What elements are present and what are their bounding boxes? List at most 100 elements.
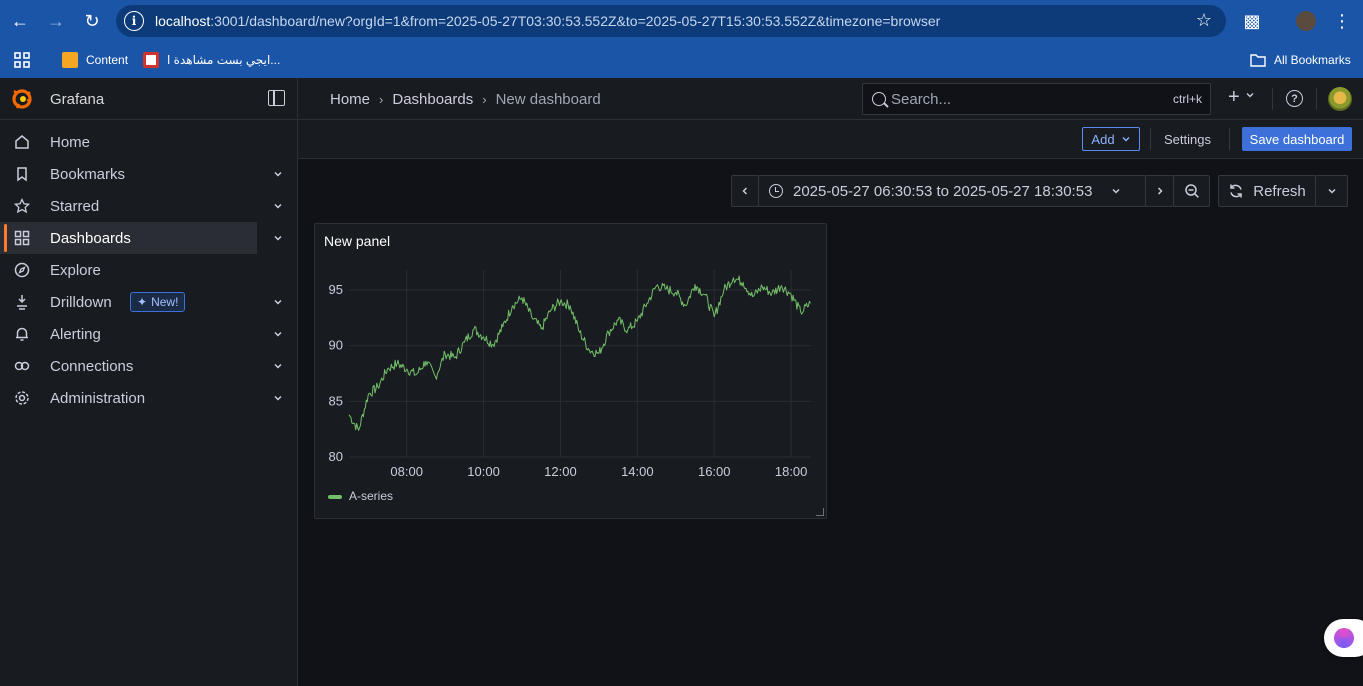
bookmark-icon (13, 165, 31, 183)
search-input[interactable]: Search... ctrl+k (862, 83, 1211, 115)
breadcrumb-home[interactable]: Home (330, 91, 370, 108)
add-button[interactable]: Add (1082, 127, 1140, 151)
browser-menu-icon[interactable]: ⋮ (1330, 9, 1354, 33)
time-shift-forward-button[interactable] (1145, 175, 1174, 207)
time-range-text: 2025-05-27 06:30:53 to 2025-05-27 18:30:… (793, 182, 1093, 200)
zoom-out-icon (1184, 184, 1199, 198)
nav-label-administration: Administration (50, 389, 146, 407)
user-avatar[interactable] (1328, 87, 1352, 111)
reload-icon[interactable]: ↻ (80, 9, 104, 33)
chevron-down-icon[interactable] (272, 168, 284, 180)
clock-icon (769, 184, 783, 198)
apps-icon (13, 229, 31, 247)
new-badge: ✦ New! (130, 292, 186, 312)
zoom-out-button[interactable] (1173, 175, 1210, 207)
nav-label-connections: Connections (50, 357, 134, 375)
breadcrumb-current: New dashboard (495, 91, 601, 108)
chevron-down-icon[interactable] (272, 232, 284, 244)
forward-icon[interactable]: → (44, 9, 68, 33)
new-plus-icon[interactable]: + (1228, 87, 1240, 107)
browser-toolbar: ← → ↻ i localhost:3001/dashboard/new?org… (0, 0, 1363, 78)
nav-item-drilldown[interactable]: Drilldown ✦ New! (0, 286, 297, 318)
resize-handle[interactable] (816, 508, 824, 516)
home-icon (13, 133, 31, 151)
refresh-button[interactable]: Refresh (1218, 175, 1316, 207)
chevron-down-icon (1327, 188, 1336, 194)
x-tick-label: 10:00 (467, 464, 500, 479)
profile-avatar[interactable] (1294, 9, 1318, 33)
assistant-floating-button[interactable] (1324, 619, 1363, 657)
refresh-interval-button[interactable] (1315, 175, 1348, 207)
help-icon[interactable]: ? (1286, 90, 1303, 107)
search-placeholder: Search... (891, 91, 952, 108)
chevron-down-icon[interactable] (272, 392, 284, 404)
settings-button[interactable]: Settings (1164, 132, 1211, 147)
chevron-right-icon: › (482, 92, 487, 107)
nav-item-connections[interactable]: Connections (0, 350, 297, 382)
grafana-logo-icon[interactable] (10, 87, 34, 111)
chevron-down-icon[interactable] (272, 296, 284, 308)
breadcrumb: Home › Dashboards › New dashboard (330, 91, 601, 108)
bookmark-egybest-label: ايجي بست مشاهدة ا... (167, 53, 281, 67)
nav-item-bookmarks[interactable]: Bookmarks (0, 158, 297, 190)
drilldown-icon (13, 293, 31, 311)
url-path: :3001/dashboard/new?orgId=1&from=2025-05… (210, 13, 941, 29)
search-shortcut: ctrl+k (1172, 92, 1202, 106)
x-tick-label: 18:00 (775, 464, 808, 479)
chevron-down-icon[interactable] (272, 200, 284, 212)
search-icon (872, 92, 886, 106)
bookmark-egybest[interactable]: ايجي بست مشاهدة ا... (143, 50, 280, 70)
chevron-right-icon: › (379, 92, 384, 107)
time-range-picker[interactable]: 2025-05-27 06:30:53 to 2025-05-27 18:30:… (758, 175, 1146, 207)
chevron-right-icon (1157, 187, 1163, 195)
bookmark-content-label: Content (86, 53, 129, 67)
rocket-icon: ✦ (137, 295, 148, 309)
nav-label-home: Home (50, 133, 91, 151)
url-text: localhost:3001/dashboard/new?orgId=1&fro… (155, 13, 940, 29)
bookmark-content[interactable]: Content (62, 50, 128, 70)
star-icon (13, 197, 31, 215)
time-shift-back-button[interactable] (731, 175, 759, 207)
nav-item-explore[interactable]: Explore (0, 254, 297, 286)
content-favicon (62, 52, 78, 68)
chevron-down-icon[interactable] (272, 328, 284, 340)
nav-label-dashboards: Dashboards (50, 229, 131, 247)
chevron-down-icon (1112, 188, 1120, 194)
x-tick-label: 12:00 (544, 464, 577, 479)
apps-grid-icon[interactable] (14, 50, 30, 70)
cog-icon (13, 389, 31, 407)
back-icon[interactable]: ← (8, 9, 32, 33)
chevron-down-icon[interactable] (1245, 90, 1255, 103)
divider (1272, 88, 1273, 110)
new-badge-label: New! (151, 295, 179, 309)
nav-item-home[interactable]: Home (0, 126, 297, 158)
extensions-icon[interactable]: ▩ (1240, 9, 1264, 33)
x-tick-label: 08:00 (390, 464, 423, 479)
x-tick-label: 14:00 (621, 464, 654, 479)
bookmarks-bar: Content ايجي بست مشاهدة ا... All Bookmar… (0, 42, 1363, 78)
save-dashboard-button[interactable]: Save dashboard (1242, 127, 1352, 151)
nav-item-starred[interactable]: Starred (0, 190, 297, 222)
nav-item-alerting[interactable]: Alerting (0, 318, 297, 350)
breadcrumb-dashboards[interactable]: Dashboards (392, 91, 473, 108)
dock-menu-icon[interactable] (268, 90, 285, 106)
site-info-icon[interactable]: i (124, 11, 144, 31)
y-tick-label: 95 (329, 282, 343, 297)
egybest-favicon (143, 52, 159, 68)
chevron-down-icon (1122, 137, 1130, 142)
bell-icon (13, 325, 31, 343)
nav-label-explore: Explore (50, 261, 101, 279)
chevron-left-icon (742, 187, 748, 195)
nav-item-administration[interactable]: Administration (0, 382, 297, 414)
bookmark-star-icon[interactable]: ☆ (1196, 10, 1212, 31)
nav-item-dashboards[interactable]: Dashboards (0, 222, 282, 254)
add-button-label: Add (1091, 131, 1115, 147)
dashboard-panel[interactable]: New panel 80 85 90 95 08:00 10:00 12:00 14:00 16… (314, 223, 827, 519)
legend-series-label[interactable]: A-series (349, 489, 393, 503)
time-series-chart[interactable]: 80 85 90 95 08:00 10:00 12:00 14:00 16:00 18:00 (315, 224, 828, 520)
series-line (348, 275, 811, 431)
chevron-down-icon[interactable] (272, 360, 284, 372)
all-bookmarks[interactable]: All Bookmarks (1250, 50, 1351, 70)
y-tick-label: 85 (329, 393, 343, 408)
address-bar[interactable]: i localhost:3001/dashboard/new?orgId=1&f… (116, 5, 1226, 37)
